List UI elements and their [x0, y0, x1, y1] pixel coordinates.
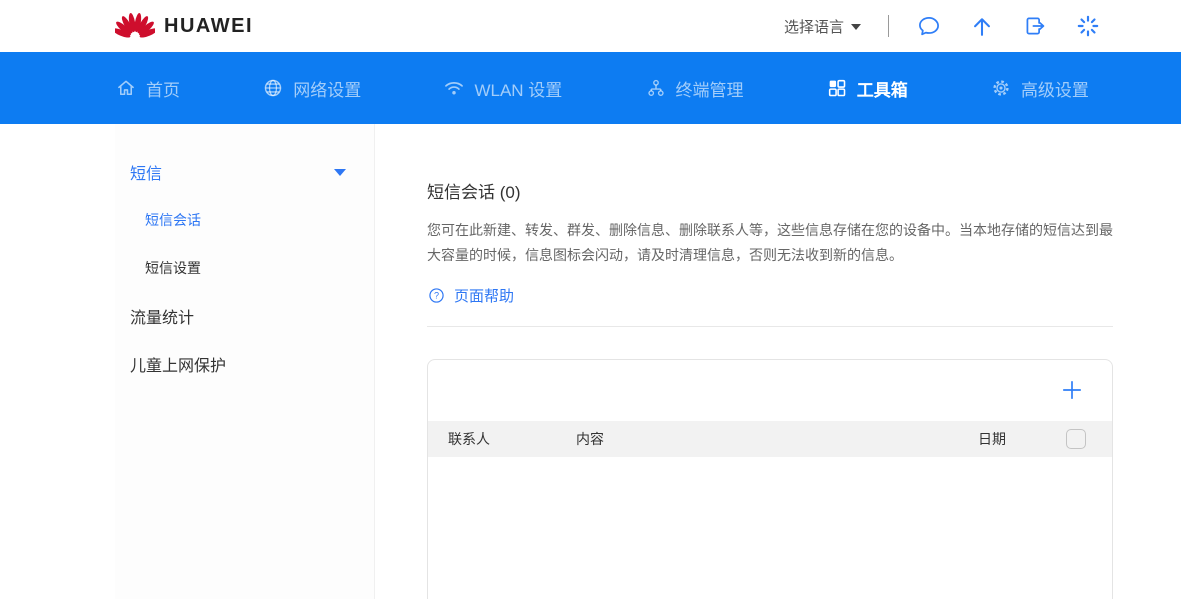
chevron-down-icon	[334, 169, 346, 176]
toolbox-grid-icon	[826, 77, 848, 99]
vertical-divider	[888, 15, 889, 37]
nav-item-home[interactable]: 首页	[115, 76, 180, 101]
huawei-logo: HUAWEI	[115, 13, 253, 40]
column-header-contact: 联系人	[428, 429, 556, 449]
sidebar-item-parental-control[interactable]: 儿童上网保护	[115, 340, 374, 388]
nav-label: 工具箱	[857, 76, 908, 101]
page-help-link[interactable]: ? 页面帮助	[427, 285, 514, 306]
column-header-date: 日期	[978, 429, 1006, 449]
page-body: 短信 短信会话 短信设置 流量统计 儿童上网保护 短信会话 (0) 您可在此新建…	[0, 124, 1181, 599]
language-selector-label: 选择语言	[784, 16, 844, 37]
loading-button[interactable]	[1075, 13, 1101, 39]
devices-icon	[645, 77, 667, 99]
topbar-actions: 选择语言	[784, 13, 1101, 39]
up-arrow-icon	[969, 13, 995, 39]
update-button[interactable]	[969, 13, 995, 39]
nav-label: 高级设置	[1021, 76, 1089, 101]
page-help-label: 页面帮助	[454, 285, 514, 306]
globe-icon	[262, 77, 284, 99]
nav-label: 网络设置	[293, 76, 361, 101]
svg-text:?: ?	[434, 290, 439, 300]
chevron-down-icon	[851, 24, 861, 30]
logout-button[interactable]	[1022, 13, 1048, 39]
feedback-button[interactable]	[916, 13, 942, 39]
huawei-flower-icon	[115, 13, 155, 40]
sidebar: 短信 短信会话 短信设置 流量统计 儿童上网保护	[115, 124, 375, 599]
table-toolbar	[428, 360, 1112, 421]
top-bar: HUAWEI 选择语言	[0, 0, 1181, 52]
sidebar-item-label: 短信	[130, 160, 162, 184]
wifi-icon	[443, 77, 465, 99]
spinner-icon	[1075, 13, 1101, 39]
sidebar-item-label: 流量统计	[130, 304, 194, 328]
question-circle-icon: ?	[427, 286, 446, 305]
nav-label: 终端管理	[676, 76, 744, 101]
chat-icon	[916, 13, 942, 39]
home-icon	[115, 77, 137, 99]
language-selector[interactable]: 选择语言	[784, 16, 861, 37]
section-divider	[427, 326, 1113, 327]
nav-item-advanced-settings[interactable]: 高级设置	[990, 76, 1089, 101]
sidebar-item-sms-session[interactable]: 短信会话	[115, 196, 374, 244]
nav-label: WLAN 设置	[474, 76, 562, 101]
nav-item-wlan-settings[interactable]: WLAN 设置	[443, 76, 562, 101]
select-all-checkbox[interactable]	[1066, 429, 1086, 449]
table-header-row: 联系人 内容 日期	[428, 421, 1112, 457]
sidebar-item-label: 短信设置	[145, 258, 201, 278]
column-header-content: 内容	[556, 429, 978, 449]
main-content: 短信会话 (0) 您可在此新建、转发、群发、删除信息、删除联系人等，这些信息存储…	[375, 124, 1181, 599]
page-description: 您可在此新建、转发、群发、删除信息、删除联系人等，这些信息存储在您的设备中。当本…	[427, 218, 1113, 268]
new-message-button[interactable]	[1060, 378, 1084, 402]
sidebar-item-sms-settings[interactable]: 短信设置	[115, 244, 374, 292]
brand-name: HUAWEI	[164, 15, 253, 38]
nav-label: 首页	[146, 76, 180, 101]
main-nav: 首页 网络设置 WLAN 设置 终端管理 工	[0, 52, 1181, 124]
nav-item-device-management[interactable]: 终端管理	[645, 76, 744, 101]
sidebar-item-traffic-statistics[interactable]: 流量统计	[115, 292, 374, 340]
nav-item-network-settings[interactable]: 网络设置	[262, 76, 361, 101]
sms-table-card: 联系人 内容 日期	[427, 359, 1113, 599]
gear-icon	[990, 77, 1012, 99]
sidebar-item-sms[interactable]: 短信	[115, 148, 374, 196]
sidebar-item-label: 儿童上网保护	[130, 352, 226, 376]
logout-icon	[1022, 13, 1048, 39]
nav-item-toolbox[interactable]: 工具箱	[826, 76, 908, 101]
sidebar-item-label: 短信会话	[145, 210, 201, 230]
page-title: 短信会话 (0)	[427, 178, 1113, 203]
plus-icon	[1060, 378, 1084, 402]
